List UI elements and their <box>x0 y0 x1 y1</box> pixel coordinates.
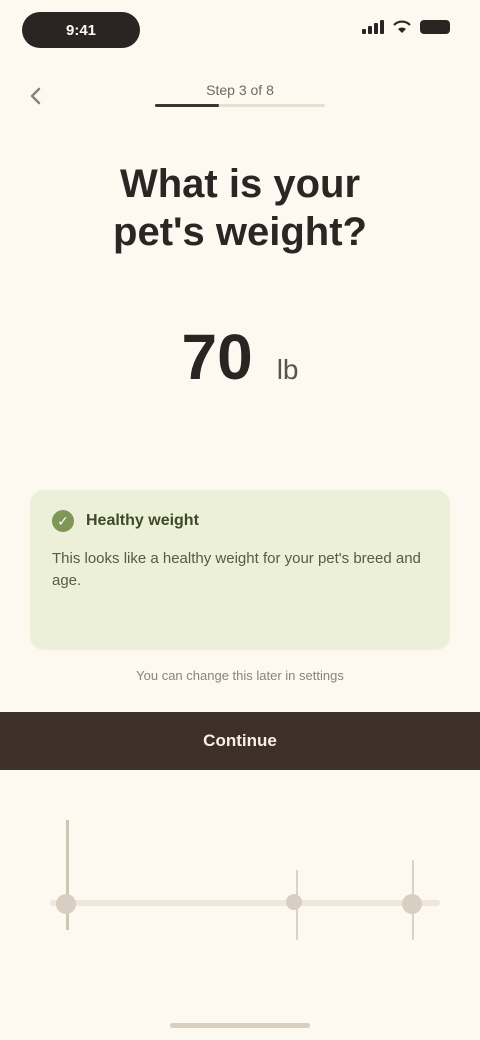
weight-value-display: 70 lb <box>0 320 480 394</box>
ruler-marker-left[interactable] <box>56 894 76 914</box>
battery-icon <box>420 20 450 34</box>
info-card-header: ✓ Healthy weight <box>52 510 428 532</box>
status-time: 9:41 <box>22 12 140 48</box>
question-line-2: pet's weight? <box>113 210 367 254</box>
home-indicator <box>170 1023 310 1028</box>
info-card: ✓ Healthy weight This looks like a healt… <box>30 490 450 650</box>
ruler-marker-mid[interactable] <box>286 894 302 910</box>
weight-value: 70 <box>181 321 253 393</box>
ruler-marker-right[interactable] <box>402 894 422 914</box>
step-label: Step 3 of 8 <box>206 82 274 98</box>
question-line-1: What is your <box>119 162 361 206</box>
ruler-track[interactable] <box>50 900 440 906</box>
check-circle-icon: ✓ <box>52 510 74 532</box>
weight-ruler[interactable] <box>0 790 480 1040</box>
progress-fill <box>155 104 219 107</box>
page-title: What is your pet's weight? <box>60 160 420 256</box>
continue-button[interactable]: Continue <box>0 712 480 770</box>
chevron-left-icon <box>30 87 41 105</box>
helper-note: You can change this later in settings <box>136 668 344 683</box>
status-icons <box>362 20 450 34</box>
signal-icon <box>362 20 384 34</box>
wifi-icon <box>393 20 411 33</box>
weight-unit[interactable]: lb <box>277 354 299 386</box>
back-button[interactable] <box>20 80 52 112</box>
info-card-title: Healthy weight <box>86 512 199 529</box>
info-card-body: This looks like a healthy weight for you… <box>52 550 421 589</box>
progress-bar <box>155 104 325 107</box>
status-bar: 9:41 <box>0 0 480 60</box>
